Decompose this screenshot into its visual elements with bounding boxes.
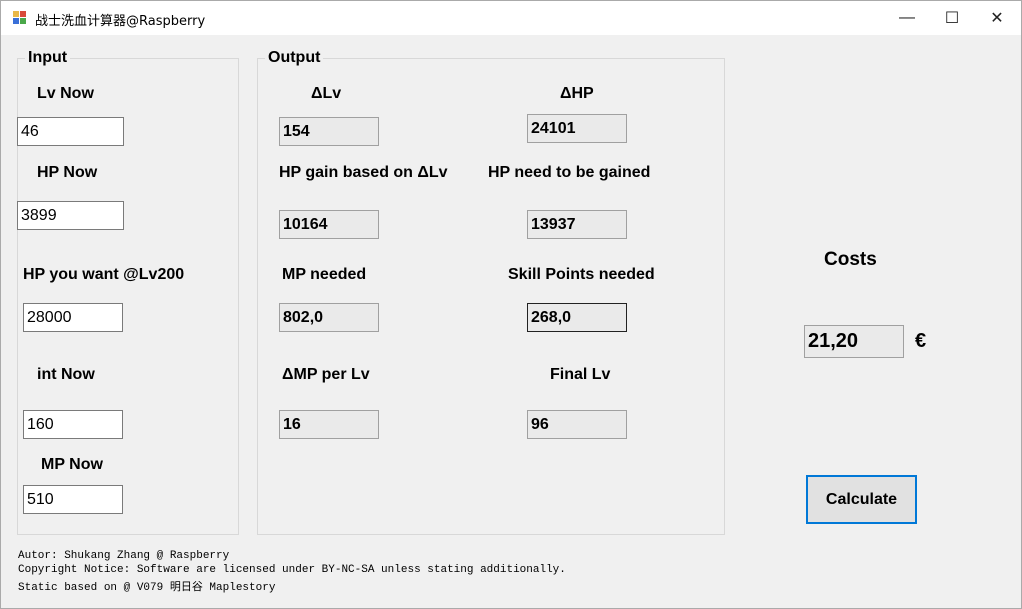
footer-author: Autor: Shukang Zhang @ Raspberry [18, 550, 230, 562]
hp-gain-output: 10164 [279, 210, 379, 239]
hp-gain-label: HP gain based on ΔLv [279, 164, 448, 181]
mp-needed-label: MP needed [282, 266, 367, 283]
sp-needed-output: 268,0 [527, 303, 627, 332]
costs-output: 21,20 [804, 325, 904, 358]
final-lv-output: 96 [527, 410, 627, 439]
mp-now-input[interactable] [23, 485, 123, 514]
output-group-title: Output [265, 49, 324, 67]
delta-mp-label: ΔMP per Lv [282, 366, 370, 383]
footer-copyright: Copyright Notice: Software are licensed … [18, 564, 566, 576]
delta-hp-label: ΔHP [560, 85, 594, 102]
delta-lv-label: ΔLv [311, 85, 342, 102]
delta-lv-output: 154 [279, 117, 379, 146]
close-button[interactable]: ✕ [974, 1, 1020, 35]
final-lv-label: Final Lv [550, 366, 611, 383]
calculate-button[interactable]: Calculate [806, 475, 917, 524]
hp-now-input[interactable] [17, 201, 124, 230]
mp-needed-output: 802,0 [279, 303, 379, 332]
lv-now-label: Lv Now [37, 85, 94, 102]
lv-now-input[interactable] [17, 117, 124, 146]
hp-need-label: HP need to be gained [488, 164, 651, 181]
sp-needed-label: Skill Points needed [508, 266, 655, 283]
window-title: 战士洗血计算器@Raspberry [35, 14, 206, 29]
delta-hp-output: 24101 [527, 114, 627, 143]
int-now-label: int Now [37, 366, 95, 383]
hp-want-label: HP you want @Lv200 [23, 266, 185, 283]
input-group-title: Input [25, 49, 71, 67]
mp-now-label: MP Now [41, 456, 103, 473]
app-icon [13, 11, 27, 25]
minimize-button[interactable]: — [884, 1, 930, 35]
int-now-input[interactable] [23, 410, 123, 439]
delta-mp-output: 16 [279, 410, 379, 439]
currency-symbol: € [915, 330, 927, 352]
footer-static: Static based on @ V079 明日谷 Maplestory [18, 582, 276, 594]
maximize-button[interactable]: ☐ [929, 1, 975, 35]
app-window: 战士洗血计算器@Raspberry — ☐ ✕ Input Lv Now HP … [0, 0, 1022, 609]
hp-need-output: 13937 [527, 210, 627, 239]
hp-now-label: HP Now [37, 164, 98, 181]
hp-want-input[interactable] [23, 303, 123, 332]
costs-label: Costs [824, 249, 877, 270]
title-bar[interactable]: 战士洗血计算器@Raspberry — ☐ ✕ [1, 1, 1021, 35]
